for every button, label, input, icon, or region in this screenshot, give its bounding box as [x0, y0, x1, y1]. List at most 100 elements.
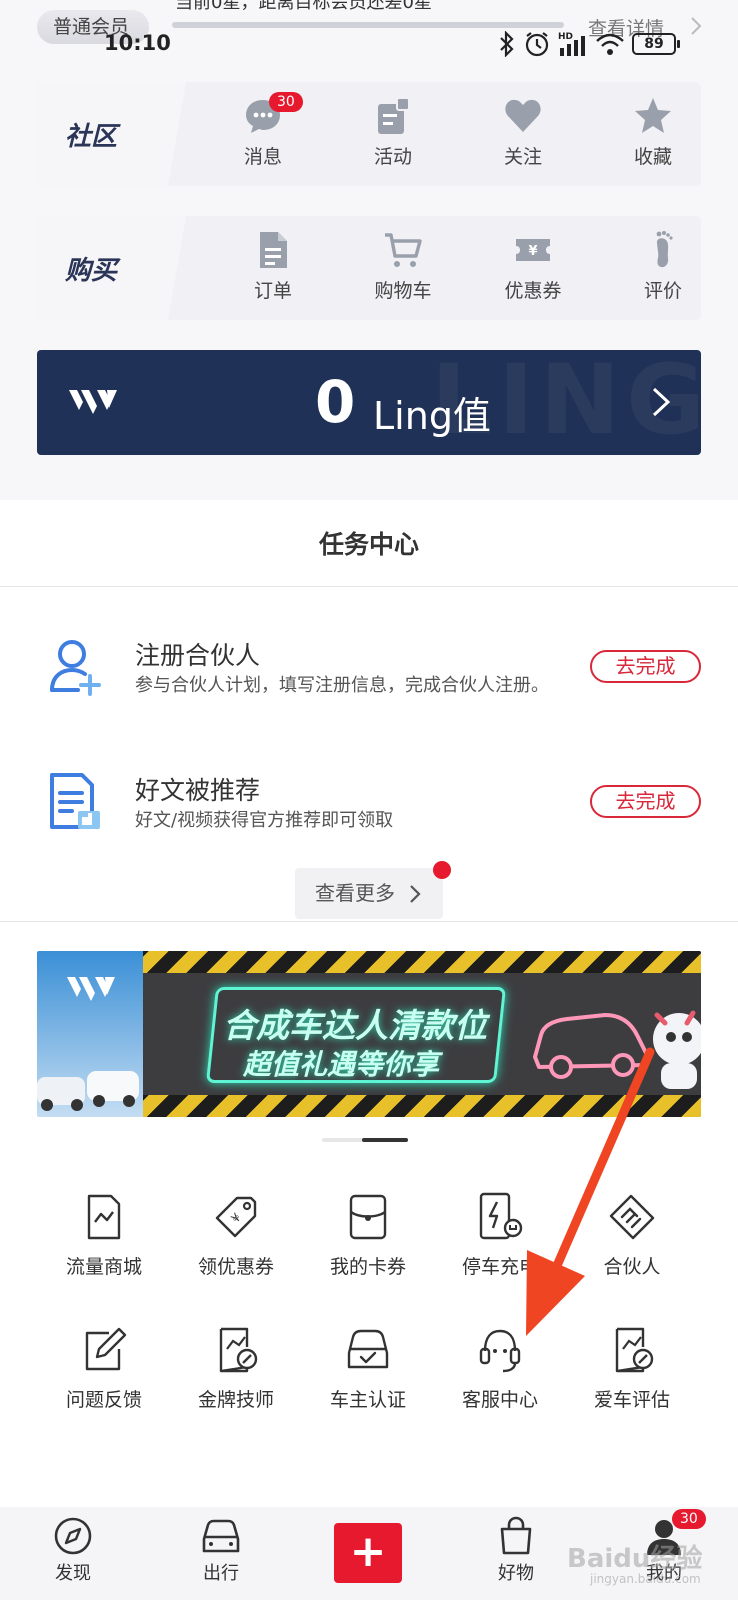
divider [0, 921, 738, 922]
purchase-item-reviews[interactable]: 评价 [603, 230, 701, 314]
charging-icon [479, 1192, 523, 1240]
nav-label: 发现 [55, 1563, 91, 1584]
wuling-logo-icon [69, 390, 117, 414]
document-thumb-icon [50, 773, 100, 829]
purchase-panel: 购买 订单 购物车 ¥ 优惠券 评价 [37, 216, 701, 320]
service-label: 客服中心 [461, 1389, 538, 1411]
bluetooth-icon [500, 31, 514, 57]
task-title: 注册合伙人 [135, 641, 261, 670]
service-feedback[interactable]: 问题反馈 [38, 1325, 170, 1425]
baidu-watermark: Baidu经验 [567, 1544, 703, 1574]
status-icons: HD 89 [498, 30, 680, 58]
service-label: 车主认证 [329, 1389, 406, 1411]
nav-goods[interactable]: 好物 [466, 1515, 566, 1585]
community-item-follow[interactable]: 关注 [463, 96, 583, 180]
ling-value: 0 [315, 368, 356, 436]
task-title: 好文被推荐 [135, 776, 261, 805]
battery-indicator: 89 [632, 33, 680, 55]
feedback-icon [85, 1327, 127, 1371]
service-label: 爱车评估 [593, 1389, 670, 1411]
service-get-coupons[interactable]: ¥ 领优惠券 [170, 1192, 302, 1292]
task-description: 好文/视频获得官方推荐即可领取 [135, 810, 394, 831]
community-item-label: 收藏 [633, 146, 672, 168]
purchase-item-coupons[interactable]: ¥ 优惠券 [473, 230, 593, 314]
purchase-item-orders[interactable]: 订单 [213, 230, 333, 314]
service-label: 金牌技师 [197, 1389, 274, 1411]
service-label: 流量商城 [65, 1256, 142, 1278]
service-label: 停车充电 [461, 1256, 538, 1278]
profile-header: 普通会员 当前0星，距离目标会员还差0星 查看详情 10:10 HD 89 社区… [0, 0, 738, 500]
purchase-label: 购买 [65, 256, 118, 286]
wuling-logo-icon [67, 977, 115, 1001]
community-item-label: 活动 [373, 146, 412, 168]
task-item: 注册合伙人 参与合伙人计划，填写注册信息，完成合伙人注册。 去完成 [0, 636, 738, 736]
view-more-label: 查看更多 [315, 881, 395, 905]
community-item-label: 关注 [503, 146, 542, 168]
cart-icon [385, 233, 422, 267]
service-label: 合伙人 [603, 1256, 661, 1278]
activity-icon [378, 97, 410, 134]
service-label: 我的卡券 [329, 1256, 406, 1278]
community-item-label: 消息 [243, 146, 282, 168]
nav-discover[interactable]: 发现 [23, 1515, 123, 1585]
baidu-watermark-url: jingyan.baidu.com [590, 1572, 701, 1586]
view-more-button[interactable]: 查看更多 [295, 868, 443, 919]
service-partner[interactable]: 合伙人 [566, 1192, 698, 1292]
chevron-right-icon [410, 885, 421, 903]
shopping-bag-icon [500, 1516, 532, 1555]
service-label: 领优惠券 [197, 1256, 274, 1278]
purchase-item-label: 订单 [253, 280, 292, 302]
community-item-favorites[interactable]: 收藏 [593, 96, 701, 180]
level-progress-text: 当前0星，距离目标会员还差0星 [175, 0, 432, 13]
purchase-item-label: 优惠券 [504, 280, 562, 302]
mascot-image [653, 1010, 701, 1089]
coupon-icon: ¥ [516, 239, 550, 261]
service-my-cards[interactable]: 我的卡券 [302, 1192, 434, 1292]
task-description: 参与合伙人计划，填写注册信息，完成合伙人注册。 [135, 675, 549, 696]
task-complete-button[interactable]: 去完成 [590, 785, 701, 818]
wifi-icon [596, 33, 624, 55]
nav-label: 出行 [203, 1563, 239, 1584]
profile-count-badge: 30 [672, 1509, 706, 1529]
car-verify-icon [347, 1329, 389, 1369]
purchase-item-cart[interactable]: 购物车 [343, 230, 463, 314]
purchase-item-label: 购物车 [374, 280, 432, 302]
service-label: 问题反馈 [65, 1389, 142, 1411]
footprint-icon [656, 231, 673, 268]
svg-text:¥: ¥ [228, 1210, 244, 1226]
car-evaluate-icon [615, 1327, 654, 1373]
cars-image [37, 1071, 139, 1111]
promo-banner[interactable]: 合成车达人清款位 超值礼遇等你享 [37, 951, 701, 1117]
nav-travel[interactable]: 出行 [171, 1515, 271, 1585]
technician-icon [219, 1327, 258, 1373]
notification-dot [433, 861, 451, 879]
message-count-badge: 30 [269, 92, 303, 112]
carousel-page-indicator [322, 1138, 408, 1142]
chevron-right-icon [691, 17, 702, 35]
service-parking-charging[interactable]: 停车充电 [434, 1192, 566, 1292]
service-car-evaluation[interactable]: 爱车评估 [566, 1325, 698, 1425]
community-item-activity[interactable]: 活动 [333, 96, 453, 180]
community-label: 社区 [65, 122, 118, 152]
divider [0, 586, 738, 587]
community-panel: 社区 消息 30 活动 关注 收藏 [37, 82, 701, 186]
handshake-icon [609, 1194, 655, 1240]
community-item-messages[interactable]: 消息 30 [203, 92, 323, 180]
promo-subtitle: 超值礼遇等你享 [243, 1048, 440, 1081]
promo-title: 合成车达人清款位 [223, 1006, 487, 1045]
service-customer-center[interactable]: 客服中心 [434, 1325, 566, 1425]
signal-icon: HD [558, 32, 585, 56]
service-gold-technician[interactable]: 金牌技师 [170, 1325, 302, 1425]
hazard-stripe [143, 1095, 701, 1117]
add-user-icon [50, 640, 101, 696]
publish-plus-button[interactable]: + [334, 1523, 402, 1583]
heart-icon [505, 99, 541, 132]
purchase-item-label: 评价 [643, 280, 682, 302]
service-traffic-mall[interactable]: 流量商城 [38, 1192, 170, 1292]
ling-value-banner[interactable]: LING 0 Ling值 [37, 350, 701, 455]
service-owner-verify[interactable]: 车主认证 [302, 1325, 434, 1425]
coupon-tag-icon: ¥ [215, 1196, 257, 1238]
status-time: 10:10 [104, 31, 171, 55]
headset-icon [479, 1329, 521, 1373]
task-complete-button[interactable]: 去完成 [590, 650, 701, 683]
